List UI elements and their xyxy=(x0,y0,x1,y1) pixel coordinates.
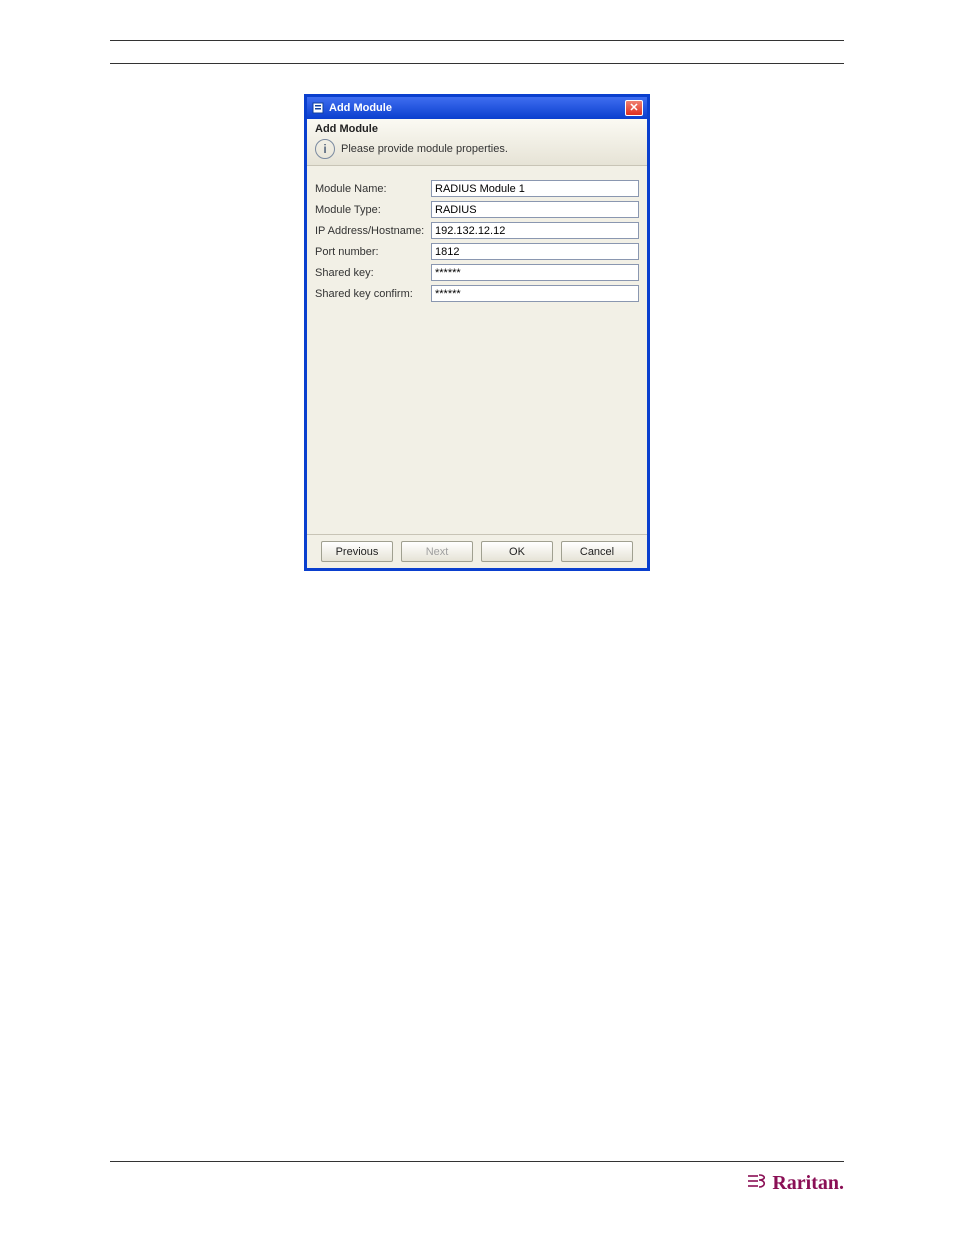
ok-button[interactable]: OK xyxy=(481,541,553,562)
previous-button[interactable]: Previous xyxy=(321,541,393,562)
app-icon xyxy=(311,101,325,115)
input-shared-key[interactable] xyxy=(431,264,639,281)
footer-row: Raritan. xyxy=(110,1172,844,1195)
page: Add Module ✕ Add Module i Please provide… xyxy=(0,0,954,1235)
label-module-name: Module Name: xyxy=(315,183,431,195)
brand-logo: Raritan. xyxy=(746,1172,844,1195)
previous-button-label: Previous xyxy=(336,546,379,558)
label-module-type: Module Type: xyxy=(315,204,431,216)
panel-info-row: i Please provide module properties. xyxy=(315,139,639,159)
row-ip-address: IP Address/Hostname: xyxy=(315,222,639,239)
input-ip-address[interactable] xyxy=(431,222,639,239)
panel-title: Add Module xyxy=(315,123,639,135)
titlebar[interactable]: Add Module ✕ xyxy=(307,97,647,119)
add-module-dialog: Add Module ✕ Add Module i Please provide… xyxy=(304,94,650,571)
input-module-type[interactable] xyxy=(431,201,639,218)
panel-header: Add Module i Please provide module prope… xyxy=(307,119,647,166)
window-title: Add Module xyxy=(329,102,625,114)
next-button[interactable]: Next xyxy=(401,541,473,562)
dialog-container: Add Module ✕ Add Module i Please provide… xyxy=(110,94,844,571)
close-button[interactable]: ✕ xyxy=(625,100,643,116)
input-port-number[interactable] xyxy=(431,243,639,260)
row-port-number: Port number: xyxy=(315,243,639,260)
input-module-name[interactable] xyxy=(431,180,639,197)
label-ip-address: IP Address/Hostname: xyxy=(315,225,431,237)
top-divider-2 xyxy=(110,63,844,64)
form-body: Module Name: Module Type: IP Address/Hos… xyxy=(307,166,647,534)
row-shared-key-confirm: Shared key confirm: xyxy=(315,285,639,302)
row-module-type: Module Type: xyxy=(315,201,639,218)
label-port-number: Port number: xyxy=(315,246,431,258)
brand-name: Raritan. xyxy=(772,1172,844,1195)
ok-button-label: OK xyxy=(509,546,525,558)
bottom-divider xyxy=(110,1161,844,1162)
cancel-button[interactable]: Cancel xyxy=(561,541,633,562)
info-icon: i xyxy=(315,139,335,159)
label-shared-key: Shared key: xyxy=(315,267,431,279)
row-shared-key: Shared key: xyxy=(315,264,639,281)
footer: Raritan. xyxy=(110,1161,844,1195)
row-module-name: Module Name: xyxy=(315,180,639,197)
button-bar: Previous Next OK Cancel xyxy=(307,534,647,568)
panel-info-text: Please provide module properties. xyxy=(341,143,508,155)
close-icon: ✕ xyxy=(629,103,638,114)
next-button-label: Next xyxy=(426,546,449,558)
brand-logo-icon xyxy=(746,1172,770,1195)
top-divider-1 xyxy=(110,40,844,41)
cancel-button-label: Cancel xyxy=(580,546,614,558)
label-shared-key-confirm: Shared key confirm: xyxy=(315,288,431,300)
input-shared-key-confirm[interactable] xyxy=(431,285,639,302)
